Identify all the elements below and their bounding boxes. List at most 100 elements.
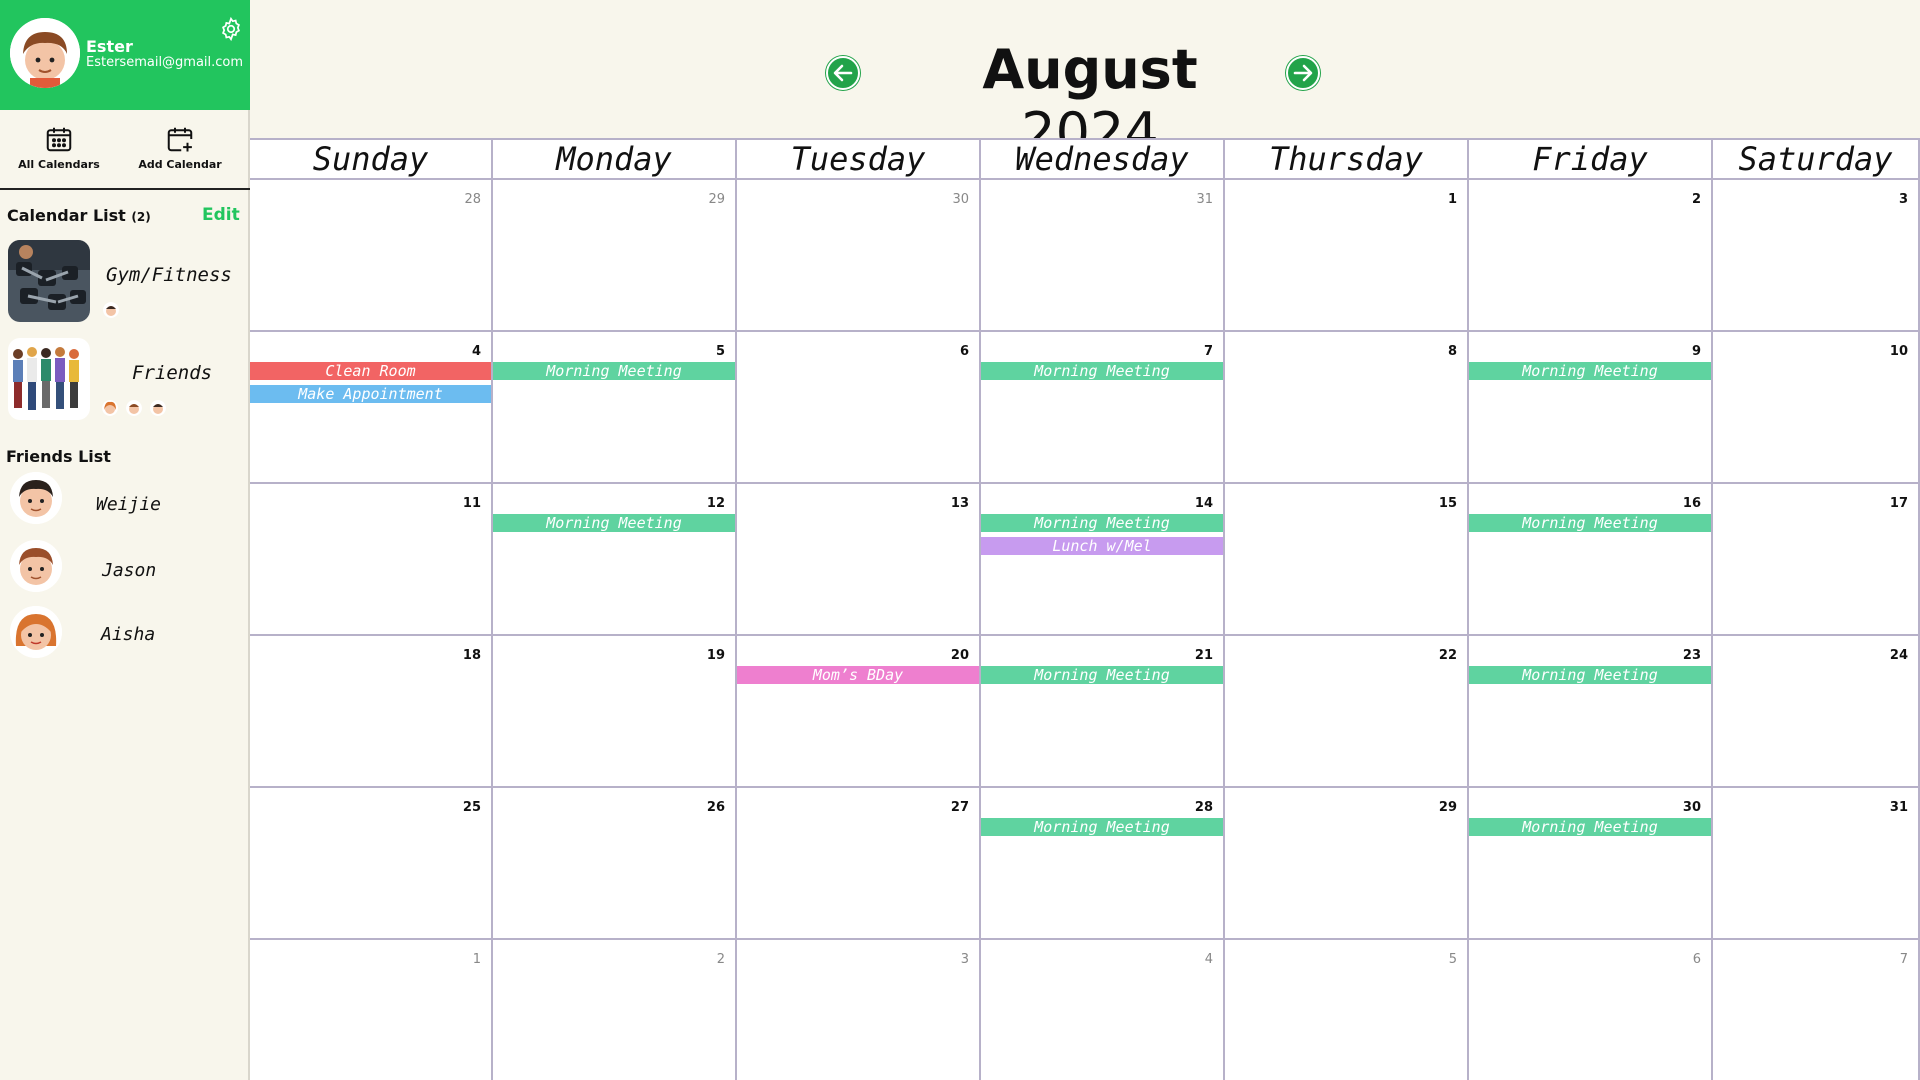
calendar-list-label: Calendar List — [7, 206, 126, 225]
day-cell[interactable]: 8 — [1225, 332, 1469, 484]
friend-item-jason[interactable]: Jason — [10, 540, 240, 596]
friend-item-weijie[interactable]: Weijie — [10, 472, 240, 528]
day-cell[interactable]: 7 — [1713, 940, 1920, 1080]
day-cell[interactable]: 4 — [981, 940, 1225, 1080]
day-cell[interactable]: 28 Morning Meeting — [981, 788, 1225, 940]
day-cell[interactable]: 6 — [737, 332, 981, 484]
day-cell[interactable]: 1 — [1225, 180, 1469, 332]
day-header-monday: Monday — [493, 138, 737, 180]
day-cell[interactable]: 18 — [250, 636, 493, 788]
event-chip[interactable]: Morning Meeting — [1469, 362, 1711, 380]
event-chip[interactable]: Morning Meeting — [981, 818, 1223, 836]
day-cell[interactable]: 16 Morning Meeting — [1469, 484, 1713, 636]
previous-month-button[interactable] — [825, 55, 861, 91]
day-cell[interactable]: 29 — [1225, 788, 1469, 940]
day-number: 30 — [952, 192, 969, 207]
day-cell[interactable]: 5 Morning Meeting — [493, 332, 737, 484]
day-cell[interactable]: 7 Morning Meeting — [981, 332, 1225, 484]
day-cell[interactable]: 10 — [1713, 332, 1920, 484]
friend-avatar — [10, 472, 62, 524]
event-chip[interactable]: Morning Meeting — [981, 514, 1223, 532]
day-cell[interactable]: 14 Morning Meeting Lunch w/Mel — [981, 484, 1225, 636]
day-cell[interactable]: 3 — [737, 940, 981, 1080]
event-chip[interactable]: Morning Meeting — [1469, 514, 1711, 532]
event-chip[interactable]: Morning Meeting — [981, 666, 1223, 684]
calendar-item-gym-fitness[interactable]: Gym/Fitness — [8, 240, 246, 324]
friend-name: Aisha — [101, 624, 156, 645]
day-cell[interactable]: 24 — [1713, 636, 1920, 788]
day-number: 5 — [1448, 952, 1457, 967]
calendar-item-label: Gym/Fitness — [106, 264, 232, 286]
calendar-app: Ester Estersemail@gmail.com All Calendar… — [0, 0, 1920, 1080]
day-cell[interactable]: 3 — [1713, 180, 1920, 332]
day-cell[interactable]: 13 — [737, 484, 981, 636]
day-cell[interactable]: 1 — [250, 940, 493, 1080]
friend-name: Jason — [102, 560, 157, 581]
day-cell[interactable]: 29 — [493, 180, 737, 332]
day-cell[interactable]: 27 — [737, 788, 981, 940]
day-cell[interactable]: 31 — [981, 180, 1225, 332]
day-number: 21 — [1194, 648, 1213, 663]
next-month-button[interactable] — [1285, 55, 1321, 91]
day-number: 2 — [1691, 192, 1701, 207]
day-cell[interactable]: 2 — [493, 940, 737, 1080]
day-number: 2 — [716, 952, 725, 967]
user-avatar[interactable] — [10, 18, 80, 88]
day-number: 1 — [472, 952, 481, 967]
day-number: 7 — [1899, 952, 1908, 967]
event-chip[interactable]: Morning Meeting — [981, 362, 1223, 380]
day-cell[interactable]: 21 Morning Meeting — [981, 636, 1225, 788]
event-chip[interactable]: Mom’s BDay — [737, 666, 979, 684]
day-header-wednesday: Wednesday — [981, 138, 1225, 180]
user-email: Estersemail@gmail.com — [86, 55, 244, 70]
member-avatar — [103, 302, 119, 318]
day-cell[interactable]: 25 — [250, 788, 493, 940]
day-number: 26 — [706, 800, 725, 815]
day-cell[interactable]: 15 — [1225, 484, 1469, 636]
event-chip[interactable]: Make Appointment — [250, 385, 491, 403]
gear-icon[interactable] — [218, 16, 244, 42]
day-cell[interactable]: 5 — [1225, 940, 1469, 1080]
add-calendar-button[interactable]: Add Calendar — [125, 124, 235, 171]
sidebar-toolbar: All Calendars Add Calendar — [0, 110, 250, 190]
day-cell[interactable]: 11 — [250, 484, 493, 636]
event-chip[interactable]: Morning Meeting — [1469, 666, 1711, 684]
day-number: 16 — [1682, 496, 1701, 511]
day-cell[interactable]: 22 — [1225, 636, 1469, 788]
day-header-thursday: Thursday — [1225, 138, 1469, 180]
event-chip[interactable]: Morning Meeting — [493, 362, 735, 380]
day-cell[interactable]: 31 — [1713, 788, 1920, 940]
day-cell[interactable]: 26 — [493, 788, 737, 940]
month-grid: Sunday Monday Tuesday Wednesday Thursday Frid… — [250, 138, 1920, 1080]
day-number: 28 — [464, 192, 481, 207]
edit-calendar-list-button[interactable]: Edit — [202, 205, 240, 225]
calendar-item-label: Friends — [132, 362, 213, 384]
day-number: 25 — [462, 800, 481, 815]
day-number: 24 — [1889, 648, 1908, 663]
day-cell[interactable]: 28 — [250, 180, 493, 332]
day-cell[interactable]: 30 — [737, 180, 981, 332]
friends-list-title: Friends List — [6, 447, 111, 466]
day-cell[interactable]: 2 — [1469, 180, 1713, 332]
friend-item-aisha[interactable]: Aisha — [10, 606, 240, 662]
calendar-item-friends[interactable]: Friends — [8, 338, 246, 422]
day-cell[interactable]: 12 Morning Meeting — [493, 484, 737, 636]
day-cell[interactable]: 4 Clean Room Make Appointment — [250, 332, 493, 484]
day-number: 27 — [950, 800, 969, 815]
day-number: 8 — [1447, 344, 1457, 359]
day-cell[interactable]: 17 — [1713, 484, 1920, 636]
event-chip[interactable]: Morning Meeting — [493, 514, 735, 532]
day-cell[interactable]: 23 Morning Meeting — [1469, 636, 1713, 788]
day-number: 29 — [708, 192, 725, 207]
event-chip[interactable]: Clean Room — [250, 362, 491, 380]
day-number: 31 — [1889, 800, 1908, 815]
event-chip[interactable]: Morning Meeting — [1469, 818, 1711, 836]
all-calendars-button[interactable]: All Calendars — [4, 124, 114, 171]
day-number: 3 — [960, 952, 969, 967]
event-chip[interactable]: Lunch w/Mel — [981, 537, 1223, 555]
day-cell[interactable]: 20 Mom’s BDay — [737, 636, 981, 788]
day-cell[interactable]: 19 — [493, 636, 737, 788]
day-cell[interactable]: 6 — [1469, 940, 1713, 1080]
day-cell[interactable]: 30 Morning Meeting — [1469, 788, 1713, 940]
day-cell[interactable]: 9 Morning Meeting — [1469, 332, 1713, 484]
